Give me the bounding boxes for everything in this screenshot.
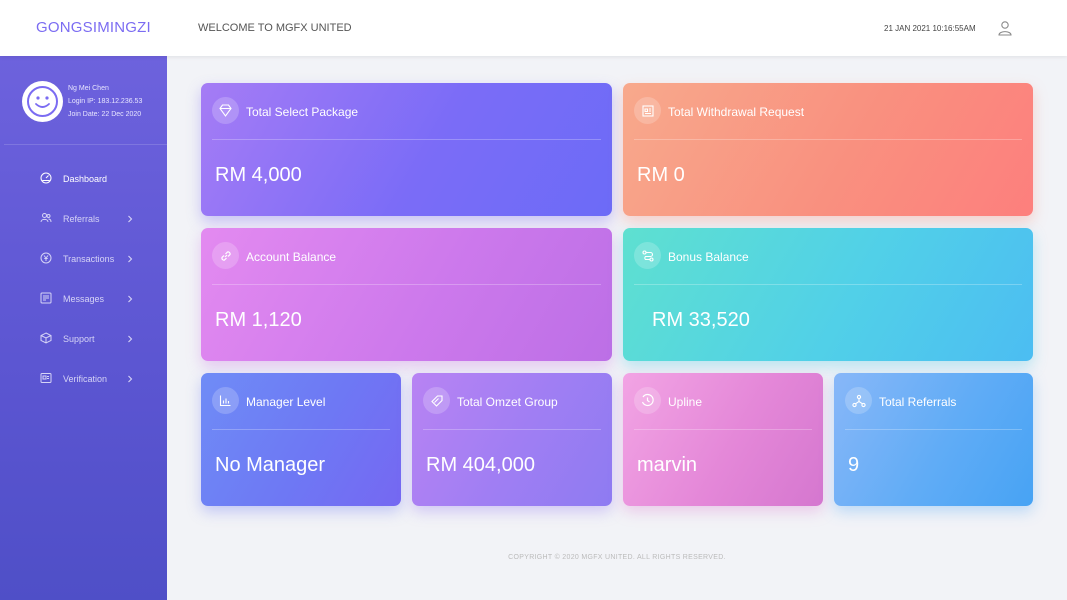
bar-chart-icon <box>219 395 231 407</box>
card-value: RM 404,000 <box>426 454 535 476</box>
profile-join-date: Join Date: 22 Dec 2020 <box>68 111 142 118</box>
welcome-text: WELCOME TO MGFX UNITED <box>198 22 352 34</box>
card-value: RM 33,520 <box>652 309 750 331</box>
chevron-right-icon <box>128 295 133 303</box>
card-value: RM 1,120 <box>215 309 302 331</box>
card-total-referrals[interactable]: Total Referrals 9 <box>834 373 1033 506</box>
card-divider <box>212 429 390 430</box>
profile-login-ip: Login IP: 183.12.236.53 <box>68 98 143 105</box>
sidebar-item-label: Support <box>63 334 95 344</box>
clock-icon <box>641 393 654 407</box>
sidebar-item-label: Referrals <box>63 214 100 224</box>
card-title: Upline <box>668 395 703 409</box>
card-total-omzet-group[interactable]: Total Omzet Group RM 404,000 <box>412 373 612 506</box>
card-icon-wrap <box>212 387 239 414</box>
speedometer-icon <box>40 172 52 184</box>
card-divider <box>212 284 601 285</box>
sidebar: Ng Mei Chen Login IP: 183.12.236.53 Join… <box>0 56 167 600</box>
card-title: Total Omzet Group <box>457 395 558 409</box>
sidebar-item-label: Dashboard <box>63 174 108 184</box>
card-title: Total Withdrawal Request <box>668 105 805 119</box>
brand-logo[interactable]: GONGSIMINGZI <box>36 19 151 36</box>
users-icon <box>40 213 52 223</box>
top-header: GONGSIMINGZI WELCOME TO MGFX UNITED 21 J… <box>0 0 1067 56</box>
box-icon <box>40 332 52 344</box>
diamond-icon <box>219 104 232 117</box>
card-bonus-balance[interactable]: Bonus Balance RM 33,520 <box>623 228 1033 361</box>
card-value: marvin <box>637 454 698 476</box>
sidebar-item-transactions[interactable]: Transactions <box>0 246 167 272</box>
sidebar-item-verification[interactable]: Verification <box>0 366 167 392</box>
card-value: 9 <box>848 454 860 476</box>
card-upline[interactable]: Upline marvin <box>623 373 823 506</box>
card-icon-wrap <box>423 387 450 414</box>
card-icon-wrap <box>212 97 239 124</box>
route-icon <box>641 249 654 262</box>
card-value: RM 4,000 <box>215 164 302 186</box>
card-title: Total Select Package <box>246 105 359 119</box>
card-divider <box>845 429 1022 430</box>
chevron-right-icon <box>128 335 133 343</box>
sidebar-item-support[interactable]: Support <box>0 326 167 352</box>
sidebar-divider <box>4 144 167 145</box>
network-icon <box>851 394 866 407</box>
card-total-withdrawal-request[interactable]: Total Withdrawal Request RM 0 <box>623 83 1033 216</box>
card-divider <box>634 429 812 430</box>
card-title: Account Balance <box>246 250 337 264</box>
footer-copyright: COPYRIGHT © 2020 MGFX UNITED. ALL RIGHTS… <box>508 554 726 561</box>
card-title: Bonus Balance <box>668 250 749 264</box>
smiley-icon <box>27 86 58 117</box>
card-manager-level[interactable]: Manager Level No Manager <box>201 373 401 506</box>
currency-icon <box>40 252 52 264</box>
card-total-select-package[interactable]: Total Select Package RM 4,000 <box>201 83 612 216</box>
card-account-balance[interactable]: Account Balance RM 1,120 <box>201 228 612 361</box>
document-icon <box>641 104 654 117</box>
card-icon-wrap <box>845 387 872 414</box>
sidebar-item-label: Messages <box>63 294 105 304</box>
card-divider <box>634 284 1022 285</box>
card-divider <box>634 139 1022 140</box>
card-icon-wrap <box>634 97 661 124</box>
sidebar-item-label: Transactions <box>63 254 115 264</box>
card-icon-wrap <box>634 242 661 269</box>
card-divider <box>423 429 601 430</box>
card-icon-wrap <box>634 387 661 414</box>
message-icon <box>40 292 52 304</box>
id-card-icon <box>40 373 52 383</box>
chevron-right-icon <box>128 215 133 223</box>
tag-icon <box>430 394 443 407</box>
chevron-right-icon <box>128 375 133 383</box>
card-title: Total Referrals <box>879 395 957 409</box>
sidebar-item-referrals[interactable]: Referrals <box>0 206 167 232</box>
avatar[interactable] <box>22 81 63 122</box>
profile-name: Ng Mei Chen <box>68 85 109 92</box>
datetime-display: 21 JAN 2021 10:16:55AM <box>884 24 976 33</box>
card-divider <box>212 139 601 140</box>
card-value: No Manager <box>215 454 326 476</box>
card-value: RM 0 <box>637 164 685 186</box>
card-title: Manager Level <box>246 395 326 409</box>
user-icon[interactable] <box>997 20 1013 36</box>
sidebar-item-dashboard[interactable]: Dashboard <box>0 166 167 192</box>
sidebar-item-label: Verification <box>63 374 108 384</box>
sidebar-item-messages[interactable]: Messages <box>0 286 167 312</box>
card-icon-wrap <box>212 242 239 269</box>
link-icon <box>220 250 231 261</box>
chevron-right-icon <box>128 255 133 263</box>
